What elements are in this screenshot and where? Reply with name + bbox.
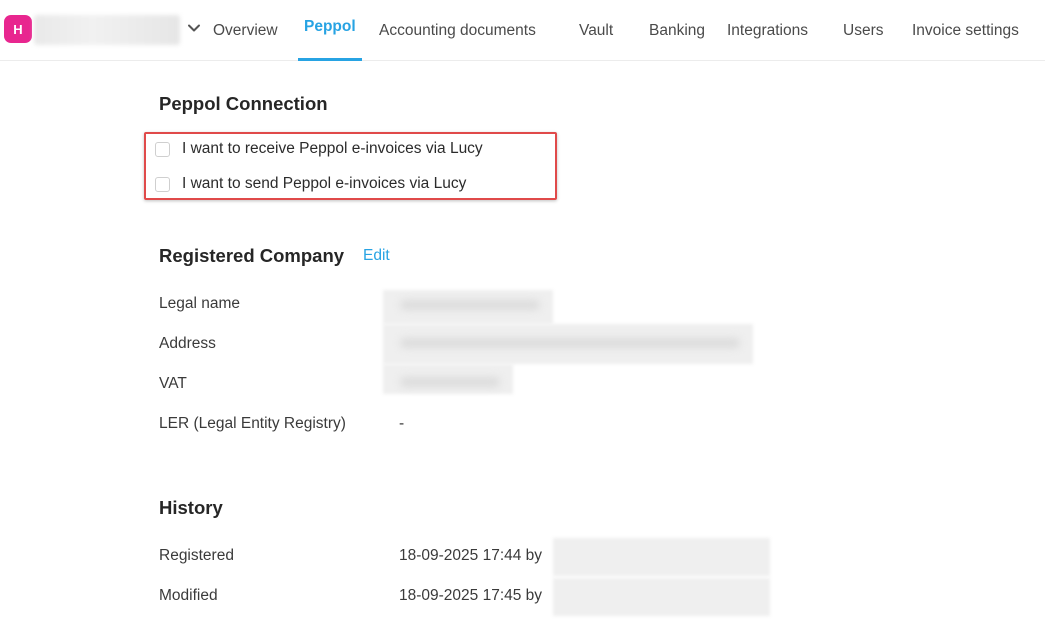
modified-by-user-redacted [553,578,770,616]
modified-value: 18-09-2025 17:45 by [399,587,543,604]
receive-einvoices-option[interactable]: I want to receive Peppol e-invoices via … [155,139,483,159]
tab-integrations[interactable]: Integrations [727,0,808,61]
ler-label: LER (Legal Entity Registry) [159,415,346,432]
peppol-connection-title: Peppol Connection [159,93,328,114]
vat-value-redacted-text [400,377,500,387]
tab-banking[interactable]: Banking [649,0,705,61]
send-einvoices-checkbox[interactable] [155,176,170,192]
tab-integrations-label: Integrations [727,21,808,39]
organization-avatar[interactable]: H [4,15,32,43]
tab-invoice-settings[interactable]: Invoice settings [912,0,1019,61]
ler-value: - [399,415,405,432]
legal-name-label: Legal name [159,295,241,312]
tab-vault-label: Vault [579,21,614,39]
registered-company-title: Registered Company [159,245,345,266]
organization-name-redacted[interactable] [34,15,180,45]
tab-accounting-documents[interactable]: Accounting documents [379,0,536,61]
tab-users-label: Users [843,21,884,39]
tab-invoice-settings-label: Invoice settings [912,21,1019,39]
registered-by-user-redacted [553,538,770,576]
tab-overview-label: Overview [213,21,278,39]
registered-label: Registered [159,547,234,564]
modified-label: Modified [159,587,218,604]
send-einvoices-option[interactable]: I want to send Peppol e-invoices via Luc… [155,174,466,194]
send-einvoices-label[interactable]: I want to send Peppol e-invoices via Luc… [182,175,466,193]
tab-peppol[interactable]: Peppol [298,0,362,61]
organization-avatar-letter: H [13,21,23,37]
edit-company-link[interactable]: Edit [363,247,390,265]
legal-name-value-redacted-text [400,300,540,310]
tab-accounting-documents-label: Accounting documents [379,21,536,39]
tab-banking-label: Banking [649,21,706,39]
address-value-redacted-text [400,338,740,348]
receive-einvoices-checkbox[interactable] [155,141,170,157]
address-label: Address [159,335,216,352]
tab-peppol-label: Peppol [304,18,356,35]
tab-vault[interactable]: Vault [579,0,613,61]
registered-value: 18-09-2025 17:44 by [399,547,543,564]
chevron-down-icon[interactable] [186,20,202,36]
receive-einvoices-label[interactable]: I want to receive Peppol e-invoices via … [182,140,483,158]
tab-users[interactable]: Users [843,0,883,61]
top-navigation-bar: H Overview Peppol Accounting documents V… [0,0,1045,61]
tab-overview[interactable]: Overview [213,0,278,61]
vat-label: VAT [159,375,187,392]
history-title: History [159,497,223,518]
